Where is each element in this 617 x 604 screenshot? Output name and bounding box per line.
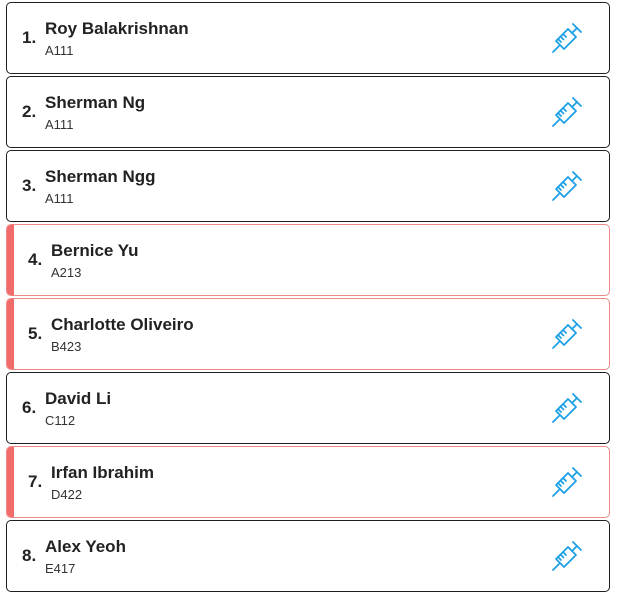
- patient-code: A111: [45, 43, 74, 58]
- patient-card-flagged[interactable]: 4. Bernice Yu A213: [6, 224, 610, 296]
- syringe-icon[interactable]: [551, 318, 583, 350]
- patient-code: B423: [51, 339, 82, 354]
- patient-name: Sherman Ng: [45, 93, 146, 112]
- patient-name: Irfan Ibrahim: [51, 463, 154, 482]
- patient-code: A111: [45, 191, 74, 206]
- patient-card[interactable]: 1. Roy Balakrishnan A111: [6, 2, 610, 74]
- syringe-icon[interactable]: [551, 170, 583, 202]
- patient-code: A213: [51, 265, 82, 280]
- patient-code: E417: [45, 561, 76, 576]
- syringe-icon[interactable]: [551, 466, 583, 498]
- syringe-icon[interactable]: [551, 22, 583, 54]
- flag-bar: [7, 447, 14, 517]
- patient-number: 6.: [22, 398, 37, 417]
- patient-name: Bernice Yu: [51, 241, 139, 260]
- syringe-icon[interactable]: [551, 540, 583, 572]
- patient-card[interactable]: 6. David Li C112: [6, 372, 610, 444]
- patient-number: 2.: [22, 102, 37, 121]
- patient-card[interactable]: 8. Alex Yeoh E417: [6, 520, 610, 592]
- patient-number: 7.: [28, 472, 43, 491]
- patient-code: D422: [51, 487, 83, 502]
- patient-list: 1. Roy Balakrishnan A111 2. Sherman Ng A…: [0, 0, 617, 604]
- patient-number: 3.: [22, 176, 37, 195]
- patient-code: C112: [45, 413, 76, 428]
- patient-card[interactable]: 2. Sherman Ng A111: [6, 76, 610, 148]
- patient-number: 1.: [22, 28, 37, 47]
- patient-card[interactable]: 3. Sherman Ngg A111: [6, 150, 610, 222]
- patient-name: Sherman Ngg: [45, 167, 156, 186]
- patient-number: 4.: [28, 250, 43, 269]
- flag-bar: [7, 299, 14, 369]
- patient-name: David Li: [45, 389, 112, 408]
- syringe-icon[interactable]: [551, 96, 583, 128]
- patient-code: A111: [45, 117, 74, 132]
- patient-number: 5.: [28, 324, 43, 343]
- patient-name: Roy Balakrishnan: [45, 19, 189, 38]
- flag-bar: [7, 225, 14, 295]
- patient-name: Alex Yeoh: [45, 537, 126, 556]
- patient-number: 8.: [22, 546, 37, 565]
- patient-card-flagged[interactable]: 5. Charlotte Oliveiro B423: [6, 298, 610, 370]
- patient-card-flagged[interactable]: 7. Irfan Ibrahim D422: [6, 446, 610, 518]
- patient-name: Charlotte Oliveiro: [51, 315, 194, 334]
- syringe-icon[interactable]: [551, 392, 583, 424]
